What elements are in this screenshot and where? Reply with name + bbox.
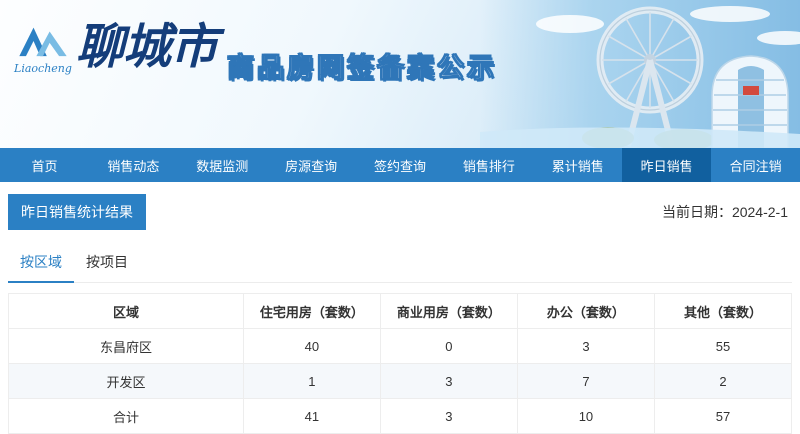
- table-row: 合计4131057: [9, 399, 792, 434]
- nav-item[interactable]: 数据监测: [178, 148, 267, 182]
- nav-item[interactable]: 首页: [0, 148, 89, 182]
- nav-item[interactable]: 昨日销售: [622, 148, 711, 182]
- row-label: 东昌府区: [9, 329, 244, 364]
- sales-stats-table: 区域住宅用房（套数）商业用房（套数）办公（套数）其他（套数） 东昌府区40035…: [8, 293, 792, 434]
- tab[interactable]: 按项目: [74, 244, 140, 282]
- column-header: 其他（套数）: [654, 294, 791, 329]
- column-header: 住宅用房（套数）: [243, 294, 380, 329]
- title-row: 昨日销售统计结果 当前日期：2024-2-1: [8, 194, 788, 230]
- site-title: 商品房网签备案公示: [227, 46, 497, 85]
- column-header: 区域: [9, 294, 244, 329]
- nav-item[interactable]: 销售排行: [444, 148, 533, 182]
- table-row: 开发区1372: [9, 364, 792, 399]
- nav-item[interactable]: 合同注销: [711, 148, 800, 182]
- city-name: 聊城市: [76, 22, 217, 72]
- header-banner: Liaocheng 聊城市 商品房网签备案公示: [0, 0, 800, 148]
- cell-value: 10: [517, 399, 654, 434]
- cell-value: 2: [654, 364, 791, 399]
- main-nav: 首页销售动态数据监测房源查询签约查询销售排行累计销售昨日销售合同注销: [0, 148, 800, 182]
- cell-value: 0: [380, 329, 517, 364]
- cell-value: 7: [517, 364, 654, 399]
- nav-item[interactable]: 销售动态: [89, 148, 178, 182]
- cell-value: 40: [243, 329, 380, 364]
- nav-item[interactable]: 签约查询: [356, 148, 445, 182]
- page-title: 昨日销售统计结果: [8, 194, 146, 230]
- cell-value: 3: [380, 364, 517, 399]
- site-logo: Liaocheng: [14, 22, 72, 75]
- nav-item[interactable]: 房源查询: [267, 148, 356, 182]
- cell-value: 1: [243, 364, 380, 399]
- cell-value: 41: [243, 399, 380, 434]
- cell-value: 3: [380, 399, 517, 434]
- logo-mark-icon: [16, 22, 70, 58]
- cell-value: 3: [517, 329, 654, 364]
- column-header: 办公（套数）: [517, 294, 654, 329]
- tab[interactable]: 按区域: [8, 244, 74, 283]
- cityscape-ferris-wheel-illustration: [480, 0, 800, 148]
- nav-item[interactable]: 累计销售: [533, 148, 622, 182]
- table-body: 东昌府区400355开发区1372合计4131057: [9, 329, 792, 434]
- brand-row: 聊城市 商品房网签备案公示: [76, 22, 497, 85]
- row-label: 开发区: [9, 364, 244, 399]
- logo-script-text: Liaocheng: [14, 62, 72, 75]
- cell-value: 57: [654, 399, 791, 434]
- row-label: 合计: [9, 399, 244, 434]
- table-row: 东昌府区400355: [9, 329, 792, 364]
- table-head-row: 区域住宅用房（套数）商业用房（套数）办公（套数）其他（套数）: [9, 294, 792, 329]
- cell-value: 55: [654, 329, 791, 364]
- column-header: 商业用房（套数）: [380, 294, 517, 329]
- current-date: 当前日期：2024-2-1: [662, 202, 788, 222]
- tab-bar: 按区域按项目: [8, 244, 792, 283]
